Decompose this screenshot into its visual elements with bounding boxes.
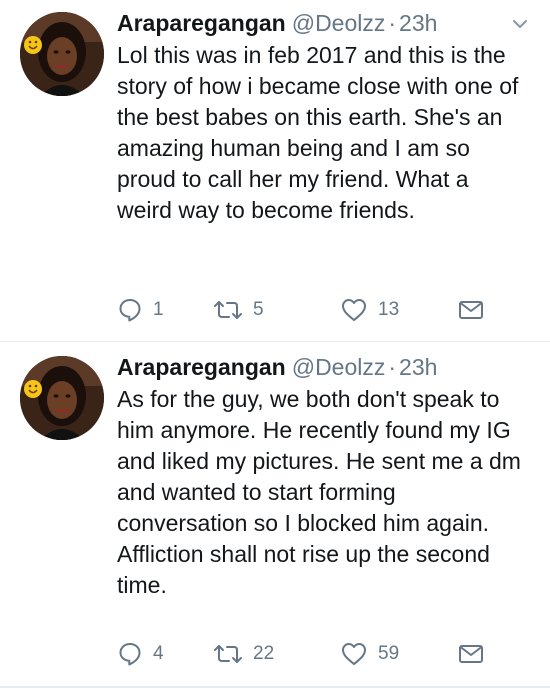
avatar[interactable] [20,12,104,96]
tweet-text: Lol this was in feb 2017 and this is the… [117,42,519,223]
chevron-down-icon[interactable] [510,14,530,34]
reply-button[interactable]: 4 [117,638,164,670]
separator-dot: · [388,10,397,36]
separator-dot: · [388,354,397,380]
reply-count: 4 [153,643,164,664]
tweet-header: Araparegangan @Deolzz · 23h [117,8,437,38]
tweet-actions: 4 22 59 [117,638,497,670]
envelope-icon [457,641,485,667]
like-button[interactable]: 13 [340,294,399,326]
retweet-count: 5 [253,299,264,320]
like-button[interactable]: 59 [340,638,399,670]
reply-button[interactable]: 1 [117,294,164,326]
display-name[interactable]: Araparegangan [117,354,286,380]
handle[interactable]: @Deolzz [292,354,386,380]
retweet-button[interactable]: 22 [213,638,274,670]
avatar[interactable] [20,356,104,440]
retweet-icon [213,641,243,667]
tweet[interactable]: Araparegangan @Deolzz · 23h Lol this was in… [0,0,550,340]
direct-message-button[interactable] [457,638,485,670]
reply-count: 1 [153,299,164,320]
tweet[interactable]: Araparegangan @Deolzz · 23h As for the guy,… [0,344,550,686]
direct-message-button[interactable] [457,294,485,326]
handle[interactable]: @Deolzz [292,10,386,36]
retweet-button[interactable]: 5 [213,294,264,326]
tweet-divider [0,341,550,342]
like-count: 59 [378,643,400,664]
reply-icon [117,641,143,667]
retweet-count: 22 [253,643,275,664]
tweet-actions: 1 5 13 [117,294,497,326]
timestamp[interactable]: 23h [399,10,437,36]
tweet-header: Araparegangan @Deolzz · 23h [117,352,437,382]
like-count: 13 [378,299,400,320]
timestamp[interactable]: 23h [399,354,437,380]
reply-icon [117,297,143,323]
display-name[interactable]: Araparegangan [117,10,286,36]
heart-icon [340,297,368,323]
heart-icon [340,641,368,667]
tweet-divider [0,686,550,688]
tweet-text: As for the guy, we both don't speak to h… [117,386,521,598]
retweet-icon [213,297,243,323]
envelope-icon [457,297,485,323]
